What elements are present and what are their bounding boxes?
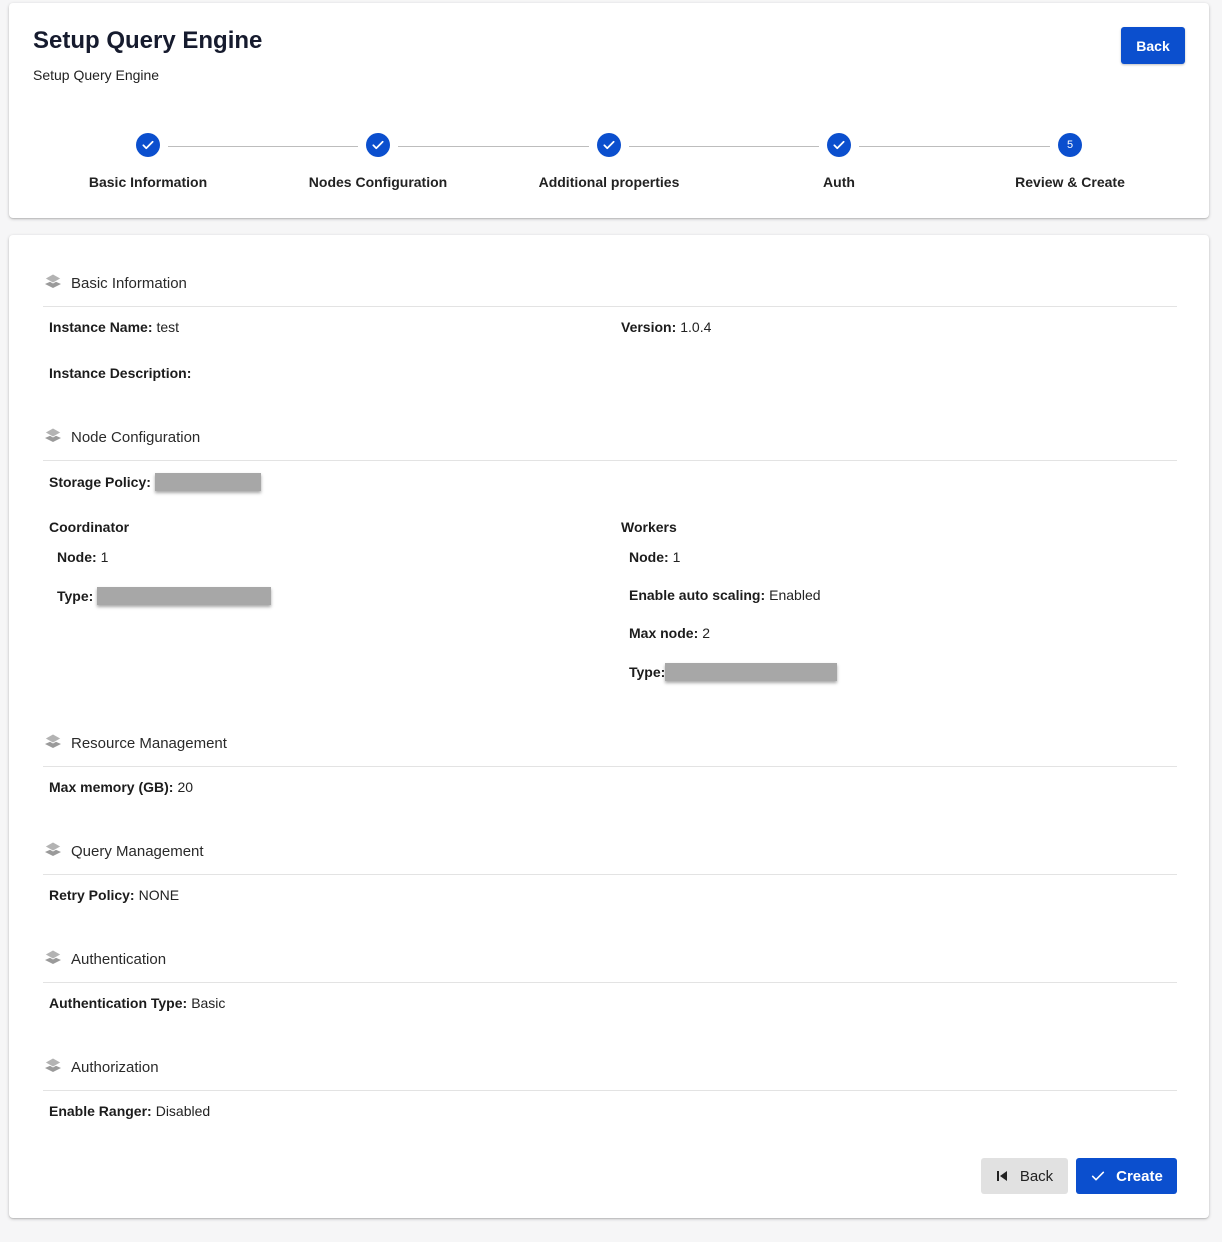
section-resource-management: Resource Management — [43, 721, 1177, 767]
instance-description-field: Instance Description: — [49, 365, 195, 381]
step-review-create[interactable]: 5 Review & Create — [955, 133, 1185, 190]
field-label: Node: — [57, 549, 97, 565]
layers-icon — [44, 273, 62, 288]
field-value: 1.0.4 — [680, 319, 712, 335]
layers-icon — [44, 427, 62, 442]
step-basic-information[interactable]: Basic Information — [33, 133, 263, 190]
section-title: Basic Information — [71, 275, 187, 292]
step-auth[interactable]: Auth — [724, 133, 954, 190]
create-button[interactable]: Create — [1076, 1158, 1177, 1194]
field-value: 1 — [100, 549, 109, 565]
field-value: 20 — [177, 779, 194, 795]
check-icon — [1092, 1171, 1105, 1181]
section-title: Resource Management — [71, 735, 227, 752]
field-label: Retry Policy: — [49, 887, 135, 903]
review-card: Basic Information Instance Name: test Ver… — [9, 235, 1209, 1218]
step-complete-icon — [136, 133, 160, 157]
max-memory-field: Max memory (GB): 20 — [49, 779, 193, 795]
field-label: Node: — [629, 549, 669, 565]
back-button[interactable]: Back — [981, 1158, 1068, 1194]
header-card: Setup Query Engine Setup Query Engine Ba… — [9, 3, 1209, 218]
page-title: Setup Query Engine — [33, 27, 263, 54]
field-value: Disabled — [155, 1103, 211, 1119]
coordinator-type-field: Type: — [57, 587, 272, 605]
workers-node-field: Node: 1 — [629, 549, 680, 565]
step-label: Additional properties — [538, 174, 680, 190]
field-label: Instance Name: — [49, 319, 153, 335]
field-label: Type: — [57, 588, 94, 604]
section-title: Query Management — [71, 843, 204, 860]
field-value: NONE — [138, 887, 180, 903]
skip-previous-icon — [996, 1171, 1007, 1181]
layers-icon — [44, 1057, 62, 1072]
back-button-label: Back — [1019, 1167, 1054, 1185]
layers-icon — [44, 841, 62, 856]
page-subtitle: Setup Query Engine — [33, 67, 160, 83]
step-label: Auth — [823, 174, 855, 190]
redacted-value — [154, 473, 261, 491]
auto-scaling-field: Enable auto scaling: Enabled — [629, 587, 821, 603]
create-button-label: Create — [1116, 1167, 1163, 1185]
field-value: 1 — [672, 549, 681, 565]
step-label: Nodes Configuration — [308, 174, 448, 190]
workers-type-field: Type: — [629, 663, 838, 681]
step-complete-icon — [827, 133, 851, 157]
step-complete-icon — [597, 133, 621, 157]
field-label: Max memory (GB): — [49, 779, 174, 795]
section-authorization: Authorization — [43, 1045, 1177, 1091]
field-label: Storage Policy: — [49, 474, 151, 490]
layers-icon — [44, 949, 62, 964]
field-label: Enable Ranger: — [49, 1103, 152, 1119]
field-value: Enabled — [769, 587, 821, 603]
step-label: Basic Information — [88, 174, 208, 190]
field-label: Version: — [621, 319, 677, 335]
step-nodes-configuration[interactable]: Nodes Configuration — [263, 133, 493, 190]
field-label: Enable auto scaling: — [629, 587, 766, 603]
field-value: test — [156, 319, 180, 335]
section-authentication: Authentication — [43, 937, 1177, 983]
step-label: Review & Create — [1015, 174, 1125, 190]
retry-policy-field: Retry Policy: NONE — [49, 887, 179, 903]
coordinator-heading: Coordinator — [49, 519, 130, 535]
stepper: Basic Information Nodes Configuration Ad… — [9, 133, 1209, 203]
field-label: Type: — [629, 664, 666, 680]
field-label: Authentication Type: — [49, 995, 188, 1011]
header-back-button[interactable]: Back — [1121, 27, 1185, 64]
enable-ranger-field: Enable Ranger: Disabled — [49, 1103, 210, 1119]
instance-name-field: Instance Name: test — [49, 319, 179, 335]
version-field: Version: 1.0.4 — [621, 319, 711, 335]
section-node-configuration: Node Configuration — [43, 415, 1177, 461]
redacted-value — [97, 587, 272, 605]
authentication-type-field: Authentication Type: Basic — [49, 995, 225, 1011]
max-node-field: Max node: 2 — [629, 625, 710, 641]
section-title: Authorization — [71, 1059, 159, 1076]
field-value: 2 — [702, 625, 711, 641]
layers-icon — [44, 733, 62, 748]
step-number: 5 — [1058, 133, 1082, 157]
step-additional-properties[interactable]: Additional properties — [494, 133, 724, 190]
storage-policy-field: Storage Policy: — [49, 473, 261, 491]
coordinator-node-field: Node: 1 — [57, 549, 108, 565]
workers-heading: Workers — [621, 519, 677, 535]
field-label: Max node: — [629, 625, 699, 641]
section-title: Node Configuration — [71, 429, 201, 446]
redacted-value — [665, 663, 838, 681]
field-value: Basic — [191, 995, 226, 1011]
section-title: Authentication — [71, 951, 167, 968]
step-complete-icon — [366, 133, 390, 157]
field-label: Instance Description: — [49, 365, 192, 381]
section-basic-information: Basic Information — [43, 261, 1177, 307]
section-query-management: Query Management — [43, 829, 1177, 875]
